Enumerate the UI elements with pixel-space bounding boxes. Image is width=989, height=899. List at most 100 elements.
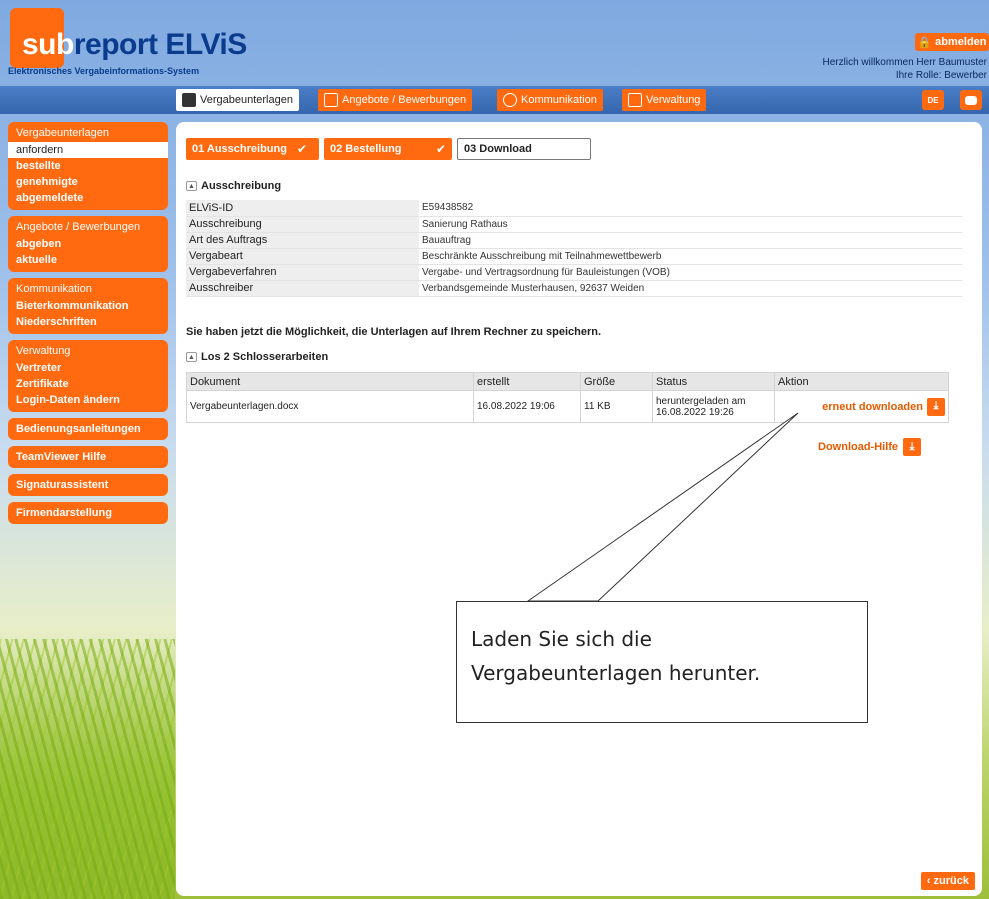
- column-header: erstellt: [473, 372, 581, 391]
- sidebar-group-title[interactable]: Angebote / Bewerbungen: [8, 218, 168, 236]
- table-row: Vergabeunterlagen.docx 16.08.2022 19:06 …: [186, 390, 949, 423]
- callout-text: Laden Sie sich die Vergabeunterlagen her…: [471, 622, 760, 690]
- redownload-label: erneut downloaden: [822, 400, 923, 413]
- ausschreibung-table: ELViS-ID E59438582 Ausschreibung Sanierung…: [186, 200, 962, 297]
- row-value: Verbandsgemeinde Musterhausen, 92637 Wei…: [419, 280, 962, 297]
- status-line: 16.08.2022 19:26: [656, 406, 734, 418]
- document-icon: [182, 93, 196, 107]
- callout-box: Laden Sie sich die Vergabeunterlagen her…: [456, 601, 868, 723]
- row-value: Sanierung Rathaus: [419, 216, 962, 233]
- language-button[interactable]: DE: [922, 90, 944, 110]
- tab-label: Kommunikation: [521, 94, 597, 106]
- table-row: Ausschreibung Sanierung Rathaus: [186, 216, 962, 233]
- sidebar-item-abgeben[interactable]: abgeben: [8, 236, 168, 252]
- sidebar-item-niederschriften[interactable]: Niederschriften: [8, 314, 168, 330]
- header: subreport ELViS Elektronisches Vergabein…: [0, 0, 989, 86]
- help-chat-button[interactable]: [960, 90, 982, 110]
- sidebar-item-teamviewer[interactable]: TeamViewer Hilfe: [8, 446, 168, 468]
- sidebar-group-verwaltung: Verwaltung Vertreter Zertifikate Login-D…: [8, 340, 168, 412]
- logout-label: abmelden: [935, 36, 987, 48]
- step-label: 02 Bestellung: [330, 143, 402, 155]
- sidebar-item-bedienungsanleitungen[interactable]: Bedienungsanleitungen: [8, 418, 168, 440]
- table-row: Vergabeart Beschränkte Ausschreibung mit …: [186, 248, 962, 265]
- callout-line: Vergabeunterlagen herunter.: [471, 661, 761, 685]
- row-key: Ausschreibung: [186, 216, 419, 233]
- section-los-toggle[interactable]: ▲ Los 2 Schlosserarbeiten: [186, 351, 328, 363]
- sidebar-group-title[interactable]: Vergabeunterlagen: [8, 124, 168, 142]
- sidebar-item-bestellte[interactable]: bestellte: [8, 158, 168, 174]
- collapse-icon: ▲: [186, 181, 197, 191]
- tab-label: Vergabeunterlagen: [200, 94, 293, 106]
- file-size: 11 KB: [580, 390, 653, 423]
- back-label: zurück: [933, 875, 969, 887]
- tab-label: Verwaltung: [646, 94, 701, 106]
- sidebar-item-firmendarstellung[interactable]: Firmendarstellung: [8, 502, 168, 524]
- step-bestellung[interactable]: 02 Bestellung ✔: [324, 138, 452, 160]
- chevron-left-icon: ‹: [926, 875, 931, 887]
- column-header: Status: [652, 372, 775, 391]
- row-value: Bauauftrag: [419, 232, 962, 249]
- row-key: ELViS-ID: [186, 200, 419, 217]
- row-key: Ausschreiber: [186, 280, 419, 297]
- step-ausschreibung[interactable]: 01 Ausschreibung ✔: [186, 138, 319, 160]
- sidebar-item-genehmigte[interactable]: genehmigte: [8, 174, 168, 190]
- tab-angebote[interactable]: Angebote / Bewerbungen: [318, 89, 473, 111]
- sidebar-item-abgemeldete[interactable]: abgemeldete: [8, 190, 168, 206]
- sidebar-item-bieterkommunikation[interactable]: Bieterkommunikation: [8, 298, 168, 314]
- tab-vergabeunterlagen[interactable]: Vergabeunterlagen: [176, 89, 299, 111]
- created-date: 16.08.2022 19:06: [473, 390, 581, 423]
- column-header: Aktion: [774, 372, 949, 391]
- step-download: 03 Download: [457, 138, 591, 160]
- sidebar-group-title[interactable]: Verwaltung: [8, 342, 168, 360]
- sidebar-item-vertreter[interactable]: Vertreter: [8, 360, 168, 376]
- sidebar-item-signaturassistent[interactable]: Signaturassistent: [8, 474, 168, 496]
- table-row: Vergabeverfahren Vergabe- und Vertragsord…: [186, 264, 962, 281]
- logo-sub: sub: [22, 28, 74, 61]
- document-table: Dokument erstellt Größe Status Aktion Ve…: [186, 372, 949, 423]
- tab-label: Angebote / Bewerbungen: [342, 94, 467, 106]
- status-line: heruntergeladen am: [656, 395, 746, 407]
- redownload-button[interactable]: erneut downloaden ⤓: [778, 397, 945, 416]
- section-title: Ausschreibung: [201, 180, 282, 192]
- sidebar-item-login-daten[interactable]: Login-Daten ändern: [8, 392, 168, 408]
- download-help-link[interactable]: Download-Hilfe ⤓: [818, 438, 922, 456]
- step-label: 03 Download: [464, 143, 532, 155]
- column-header: Größe: [580, 372, 653, 391]
- role-line: Ihre Rolle: Bewerber: [895, 70, 987, 81]
- logout-button[interactable]: 🔒 abmelden: [915, 33, 989, 51]
- chat-icon: [965, 95, 977, 105]
- callout-line: Laden Sie sich die: [471, 627, 652, 651]
- envelope-icon: [324, 93, 338, 107]
- grid-icon: [628, 93, 642, 107]
- sidebar: Vergabeunterlagen anfordern bestellte ge…: [8, 122, 168, 530]
- action-cell: erneut downloaden ⤓: [774, 390, 949, 423]
- logo: subreport ELViS: [22, 28, 247, 62]
- download-help-label: Download-Hilfe: [818, 441, 899, 453]
- collapse-icon: ▲: [186, 352, 197, 362]
- logo-main: report ELViS: [73, 28, 247, 61]
- sidebar-group-angebote: Angebote / Bewerbungen abgeben aktuelle: [8, 216, 168, 272]
- row-key: Art des Auftrags: [186, 232, 419, 249]
- section-title: Los 2 Schlosserarbeiten: [201, 351, 329, 363]
- sidebar-group-title[interactable]: Kommunikation: [8, 280, 168, 298]
- welcome-text: Herzlich willkommen Herr Baumuster Ihre …: [823, 56, 987, 82]
- step-indicator: 01 Ausschreibung ✔ 02 Bestellung ✔ 03 Down…: [186, 138, 591, 160]
- row-key: Vergabeart: [186, 248, 419, 265]
- back-button[interactable]: ‹ zurück: [920, 872, 975, 890]
- lock-icon: 🔒: [917, 36, 932, 49]
- download-icon: ⤓: [927, 397, 945, 416]
- row-value: Vergabe- und Vertragsordnung für Bauleis…: [419, 264, 962, 281]
- tab-verwaltung[interactable]: Verwaltung: [622, 89, 707, 111]
- logo-tagline: Elektronisches Vergabeinformations-Syste…: [8, 66, 200, 76]
- tab-kommunikation[interactable]: Kommunikation: [497, 89, 603, 111]
- sidebar-group-kommunikation: Kommunikation Bieterkommunikation Nieder…: [8, 278, 168, 334]
- section-ausschreibung-toggle[interactable]: ▲ Ausschreibung: [186, 180, 281, 192]
- sidebar-item-aktuelle[interactable]: aktuelle: [8, 252, 168, 268]
- row-value: Beschränkte Ausschreibung mit Teilnahmew…: [419, 248, 962, 265]
- sidebar-item-anfordern[interactable]: anfordern: [8, 142, 168, 158]
- status-cell: heruntergeladen am 16.08.2022 19:26: [652, 390, 775, 423]
- download-icon: ⤓: [903, 438, 922, 456]
- main-content: 01 Ausschreibung ✔ 02 Bestellung ✔ 03 Down…: [176, 122, 982, 896]
- save-note: Sie haben jetzt die Möglichkeit, die Unt…: [186, 326, 602, 338]
- sidebar-item-zertifikate[interactable]: Zertifikate: [8, 376, 168, 392]
